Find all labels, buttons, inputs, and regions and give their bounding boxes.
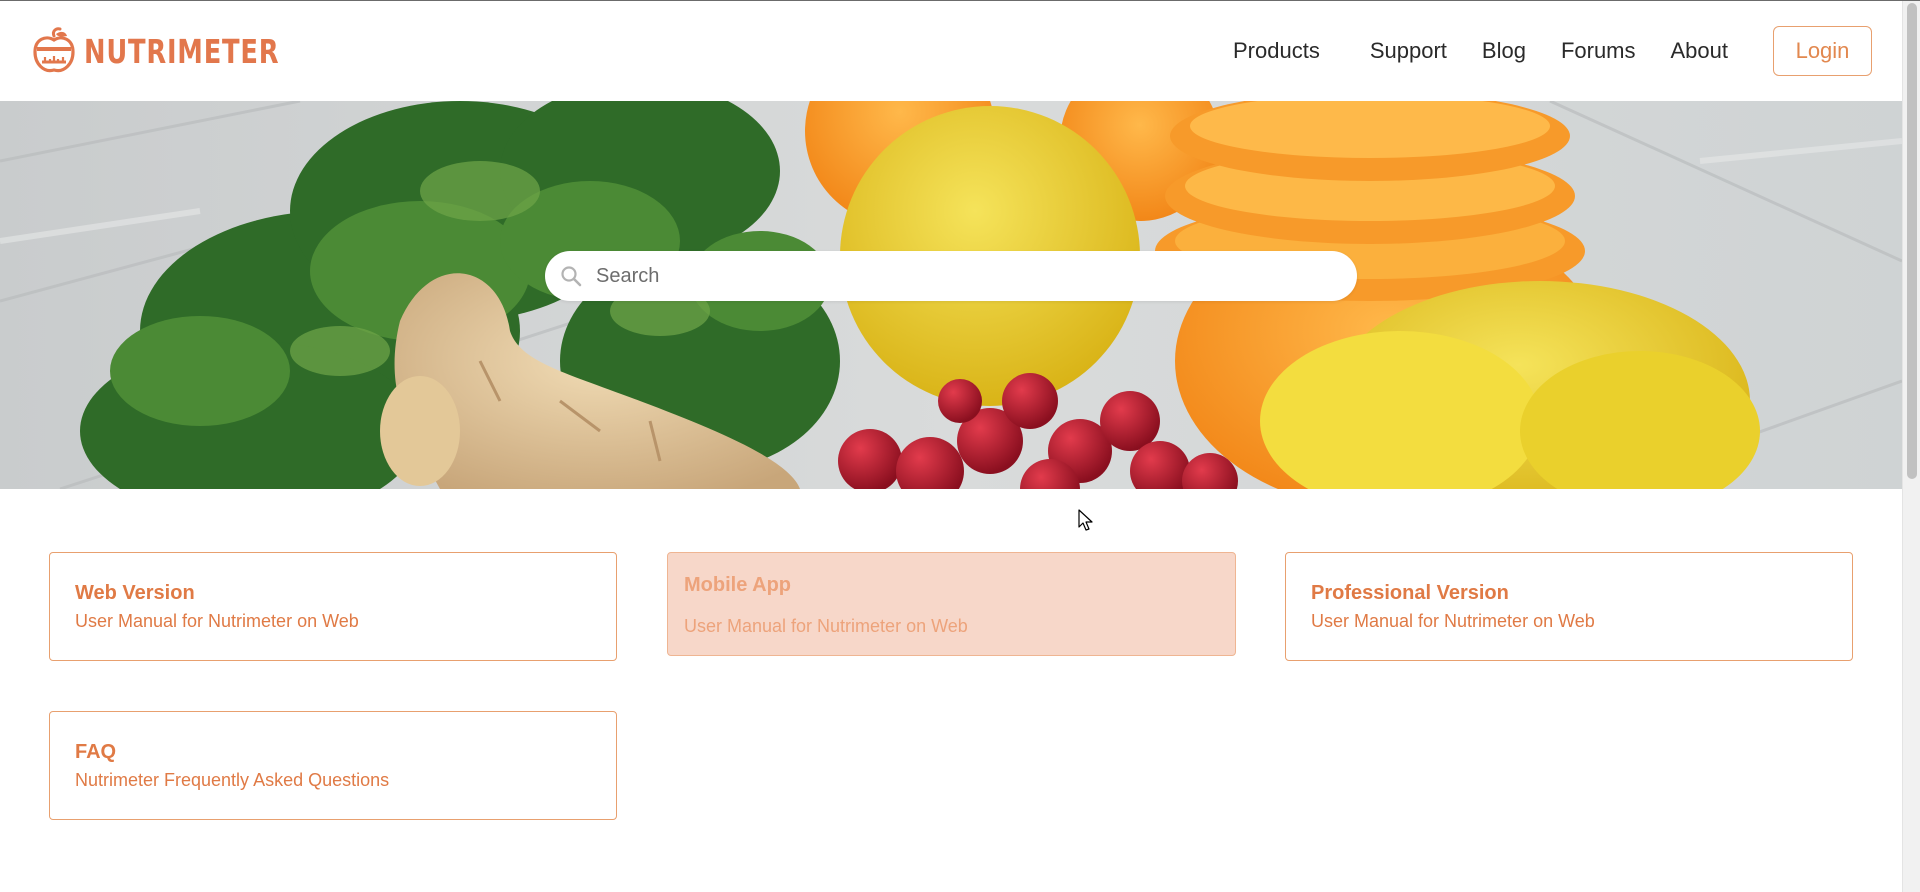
page: NUTRIMETER Products Support Blog Forums … bbox=[0, 0, 1920, 892]
card-title: Professional Version bbox=[1311, 582, 1509, 604]
search-bar[interactable] bbox=[545, 251, 1357, 301]
card-subtitle: Nutrimeter Frequently Asked Questions bbox=[75, 770, 390, 790]
search-input[interactable] bbox=[594, 263, 1334, 289]
apple-scale-icon bbox=[33, 27, 75, 73]
scrollbar-thumb[interactable] bbox=[1907, 3, 1917, 479]
site-header: NUTRIMETER Products Support Blog Forums … bbox=[0, 1, 1902, 101]
login-button[interactable]: Login bbox=[1773, 26, 1872, 76]
card-subtitle: User Manual for Nutrimeter on Web bbox=[684, 616, 968, 636]
card-title: Mobile App bbox=[684, 574, 792, 596]
hero-banner bbox=[0, 101, 1902, 489]
card-title: Web Version bbox=[75, 582, 195, 604]
card-title: FAQ bbox=[75, 741, 117, 763]
main-nav: Products Support Blog Forums About Login bbox=[1233, 26, 1872, 76]
search-icon bbox=[561, 266, 582, 287]
card-professional-version[interactable]: Professional Version User Manual for Nut… bbox=[1285, 552, 1853, 661]
card-web-version[interactable]: Web Version User Manual for Nutrimeter o… bbox=[49, 552, 617, 661]
nav-products[interactable]: Products bbox=[1233, 38, 1320, 64]
nav-about[interactable]: About bbox=[1671, 38, 1729, 64]
nav-blog[interactable]: Blog bbox=[1482, 38, 1526, 64]
nav-support[interactable]: Support bbox=[1370, 38, 1447, 64]
nav-forums[interactable]: Forums bbox=[1561, 38, 1636, 64]
card-subtitle: User Manual for Nutrimeter on Web bbox=[75, 611, 359, 631]
page-scrollbar[interactable] bbox=[1902, 1, 1920, 892]
card-mobile-app[interactable]: Mobile App User Manual for Nutrimeter on… bbox=[667, 552, 1236, 656]
brand-name: NUTRIMETER bbox=[84, 31, 280, 71]
mouse-pointer-icon bbox=[1078, 509, 1093, 531]
logo[interactable]: NUTRIMETER bbox=[30, 27, 334, 75]
card-subtitle: User Manual for Nutrimeter on Web bbox=[1311, 611, 1595, 631]
card-faq[interactable]: FAQ Nutrimeter Frequently Asked Question… bbox=[49, 711, 617, 820]
